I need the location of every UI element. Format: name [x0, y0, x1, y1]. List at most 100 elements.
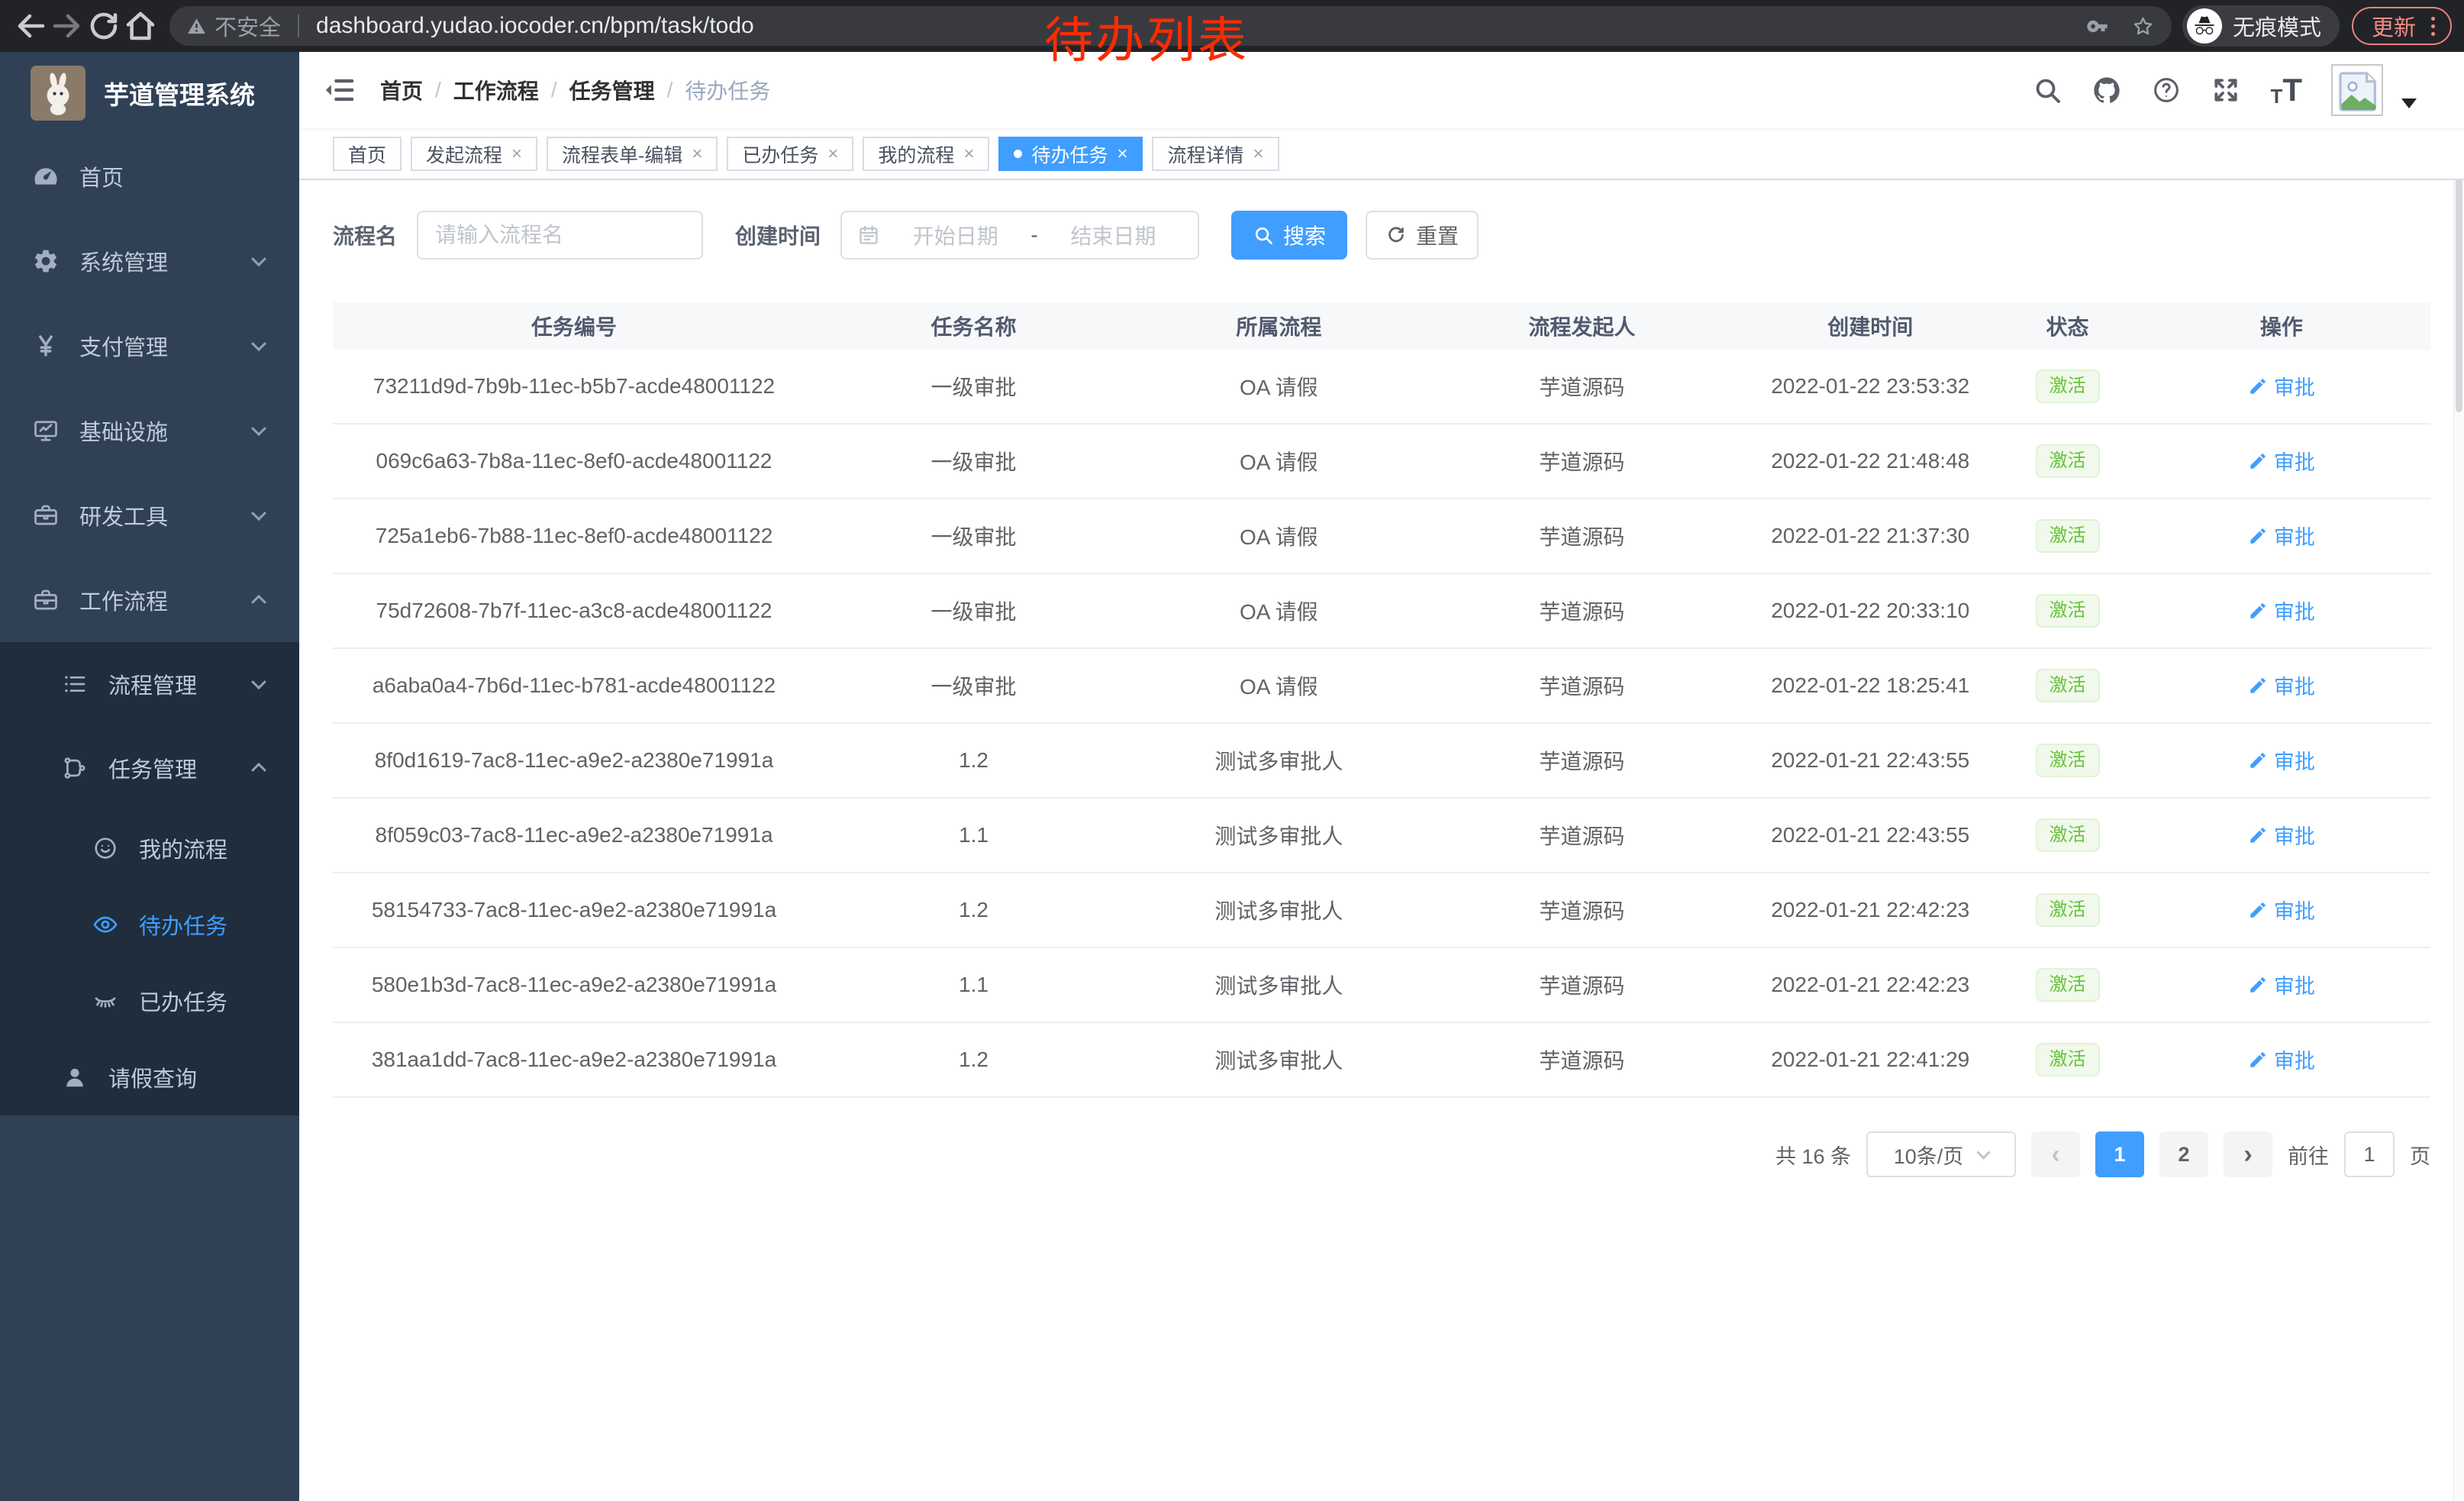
approve-link[interactable]: 审批: [2248, 521, 2315, 550]
key-icon[interactable]: [2086, 15, 2110, 38]
sidebar-subitem[interactable]: 我的流程: [0, 810, 299, 886]
approve-link[interactable]: 审批: [2248, 670, 2315, 700]
sidebar-item[interactable]: 研发工具: [0, 473, 299, 557]
sidebar-item[interactable]: 工作流程: [0, 557, 299, 642]
approve-link[interactable]: 审批: [2248, 820, 2315, 850]
close-icon[interactable]: ×: [1253, 144, 1264, 165]
help-icon[interactable]: [2151, 75, 2182, 105]
fullscreen-icon[interactable]: [2211, 75, 2241, 105]
sidebar-item-label: 支付管理: [79, 330, 168, 362]
tab-label: 首页: [348, 140, 386, 168]
sidebar-subitem[interactable]: 待办任务: [0, 886, 299, 963]
approve-link[interactable]: 审批: [2248, 596, 2315, 625]
tab-label: 流程详情: [1167, 140, 1243, 168]
caret-down-icon[interactable]: [2401, 98, 2417, 108]
search-icon[interactable]: [2032, 75, 2062, 105]
date-range-picker[interactable]: 开始日期 - 结束日期: [840, 211, 1199, 260]
process-name-input[interactable]: [417, 211, 703, 260]
sidebar-item[interactable]: 首页: [0, 134, 299, 218]
task-name: 一级审批: [815, 371, 1132, 402]
tab-label: 流程表单-编辑: [562, 140, 682, 168]
reload-icon[interactable]: [85, 8, 122, 44]
total-count: 共 16 条: [1775, 1140, 1851, 1170]
close-icon[interactable]: ×: [692, 144, 702, 165]
create-time-label: 创建时间: [735, 220, 821, 250]
close-icon[interactable]: ×: [1117, 144, 1127, 165]
page-number-button[interactable]: 1: [2095, 1131, 2144, 1177]
page-number-button[interactable]: 2: [2159, 1131, 2208, 1177]
pencil-icon: [2248, 825, 2268, 845]
tab[interactable]: 我的流程 ×: [863, 137, 989, 171]
approve-link[interactable]: 审批: [2248, 895, 2315, 925]
sidebar-subitem[interactable]: 流程管理: [0, 642, 299, 726]
tab[interactable]: 首页: [333, 137, 402, 171]
close-icon[interactable]: ×: [511, 144, 522, 165]
sidebar-subitem-label: 我的流程: [139, 832, 227, 864]
app-logo[interactable]: 芋道管理系统: [0, 52, 299, 134]
browser-menu-icon[interactable]: [2428, 14, 2438, 39]
pencil-icon: [2248, 750, 2268, 770]
table-row: 580e1b3d-7ac8-11ec-a9e2-a2380e71991a 1.1…: [333, 948, 2430, 1023]
next-page-button[interactable]: ›: [2224, 1131, 2272, 1177]
end-date-placeholder: 结束日期: [1044, 220, 1182, 250]
active-dot-icon: [1014, 150, 1022, 158]
tab[interactable]: 流程详情 ×: [1152, 137, 1279, 171]
eye-closed-icon: [92, 987, 119, 1015]
tab[interactable]: 流程表单-编辑 ×: [547, 137, 718, 171]
table-row: 8f0d1619-7ac8-11ec-a9e2-a2380e71991a 1.2…: [333, 724, 2430, 799]
tab[interactable]: 发起流程 ×: [411, 137, 537, 171]
github-icon[interactable]: [2091, 75, 2122, 105]
table-row: 381aa1dd-7ac8-11ec-a9e2-a2380e71991a 1.2…: [333, 1023, 2430, 1098]
task-process: 测试多审批人: [1132, 820, 1426, 851]
breadcrumb-item[interactable]: 任务管理: [569, 75, 655, 105]
reset-button[interactable]: 重置: [1366, 211, 1479, 260]
tab[interactable]: 待办任务 ×: [998, 137, 1143, 171]
home-icon[interactable]: [122, 8, 159, 44]
goto-page-input[interactable]: [2344, 1131, 2395, 1177]
pencil-icon: [2248, 601, 2268, 621]
breadcrumb-item[interactable]: 工作流程: [453, 75, 539, 105]
task-name: 一级审批: [815, 521, 1132, 551]
person-icon: [61, 1064, 89, 1091]
sidebar-item[interactable]: 支付管理: [0, 303, 299, 388]
font-size-icon[interactable]: TT: [2270, 74, 2302, 106]
approve-link[interactable]: 审批: [2248, 745, 2315, 775]
avatar[interactable]: [2331, 64, 2383, 116]
sidebar-subitem[interactable]: 任务管理: [0, 726, 299, 810]
task-name: 1.1: [815, 823, 1132, 847]
chevron-icon: [251, 763, 266, 778]
star-icon[interactable]: [2131, 15, 2155, 38]
approve-link[interactable]: 审批: [2248, 970, 2315, 999]
update-button[interactable]: 更新: [2352, 7, 2452, 45]
search-button[interactable]: 搜索: [1231, 211, 1347, 260]
calendar-icon: [857, 224, 880, 247]
sidebar-subitem[interactable]: 已办任务: [0, 963, 299, 1039]
sidebar-collapse-icon[interactable]: [322, 73, 357, 108]
gear-icon: [32, 247, 60, 275]
sidebar-item[interactable]: 基础设施: [0, 388, 299, 473]
table-header: 任务编号 任务名称 所属流程 流程发起人 创建时间 状态 操作: [333, 302, 2430, 350]
pencil-icon: [2248, 676, 2268, 696]
list-icon: [61, 670, 89, 698]
close-icon[interactable]: ×: [827, 144, 838, 165]
sidebar-subitem[interactable]: 请假查询: [0, 1039, 299, 1115]
org-icon: [61, 754, 89, 782]
sidebar-item[interactable]: 系统管理: [0, 218, 299, 303]
page-size-select[interactable]: 10条/页: [1866, 1131, 2016, 1177]
task-initiator: 芋道源码: [1426, 670, 1738, 701]
scrollbar[interactable]: [2453, 52, 2464, 1501]
approve-link[interactable]: 审批: [2248, 371, 2315, 401]
yen-icon: [32, 332, 60, 360]
tab[interactable]: 已办任务 ×: [727, 137, 853, 171]
close-icon[interactable]: ×: [963, 144, 974, 165]
task-id: 8f059c03-7ac8-11ec-a9e2-a2380e71991a: [333, 823, 815, 847]
back-icon[interactable]: [12, 8, 49, 44]
approve-link[interactable]: 审批: [2248, 1044, 2315, 1074]
forward-icon[interactable]: [49, 8, 85, 44]
breadcrumb-item[interactable]: 待办任务: [685, 75, 770, 105]
approve-link[interactable]: 审批: [2248, 446, 2315, 476]
breadcrumb-item[interactable]: 首页: [380, 75, 423, 105]
content: 流程名 创建时间 开始日期 - 结束日期 搜索 重: [299, 180, 2464, 1501]
task-created: 2022-01-21 22:43:55: [1738, 823, 2002, 847]
prev-page-button[interactable]: ‹: [2031, 1131, 2080, 1177]
